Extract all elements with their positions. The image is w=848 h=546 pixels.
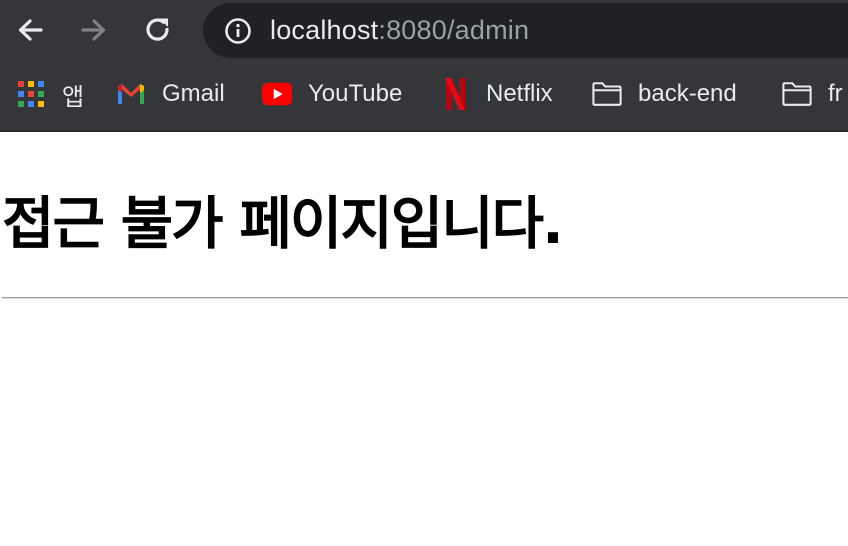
arrow-right-icon [81,19,106,41]
bookmarks-bar: 앱 Gmail YouTube Netflix back-end fr [0,62,848,132]
page-title: 접근 불가 페이지입니다. [2,191,564,257]
youtube-icon [262,79,292,109]
url-text[interactable]: localhost:8080/admin [270,15,529,46]
bookmark-youtube[interactable]: YouTube [262,76,402,112]
reload-button[interactable] [138,10,178,50]
apps-grid-icon [16,79,46,109]
bookmark-folder-fr[interactable]: fr [782,76,843,112]
bookmark-folder-back-end[interactable]: back-end [592,76,737,112]
horizontal-rule [2,297,848,299]
address-bar[interactable]: localhost:8080/admin [203,3,848,58]
bookmark-netflix[interactable]: Netflix [440,76,553,112]
reload-icon [146,18,169,41]
bookmark-gmail[interactable]: Gmail [116,76,225,112]
arrow-left-icon [18,19,43,41]
bookmark-label: Netflix [486,80,553,107]
bookmark-label: Gmail [162,80,225,107]
back-button[interactable] [10,10,50,50]
bookmark-label: YouTube [308,80,403,107]
folder-icon [592,79,622,109]
gmail-icon [116,79,146,109]
netflix-icon [440,78,470,110]
url-path: :8080/admin [378,15,530,45]
browser-toolbar: localhost:8080/admin [0,0,848,62]
url-host: localhost [270,15,379,45]
bookmark-label: fr [828,80,843,107]
bookmark-apps[interactable]: 앱 [16,76,84,112]
forward-button[interactable] [74,10,114,50]
info-icon[interactable] [223,16,253,46]
bookmark-label: 앱 [62,83,85,111]
folder-icon [782,79,812,109]
bookmark-label: back-end [638,80,737,107]
